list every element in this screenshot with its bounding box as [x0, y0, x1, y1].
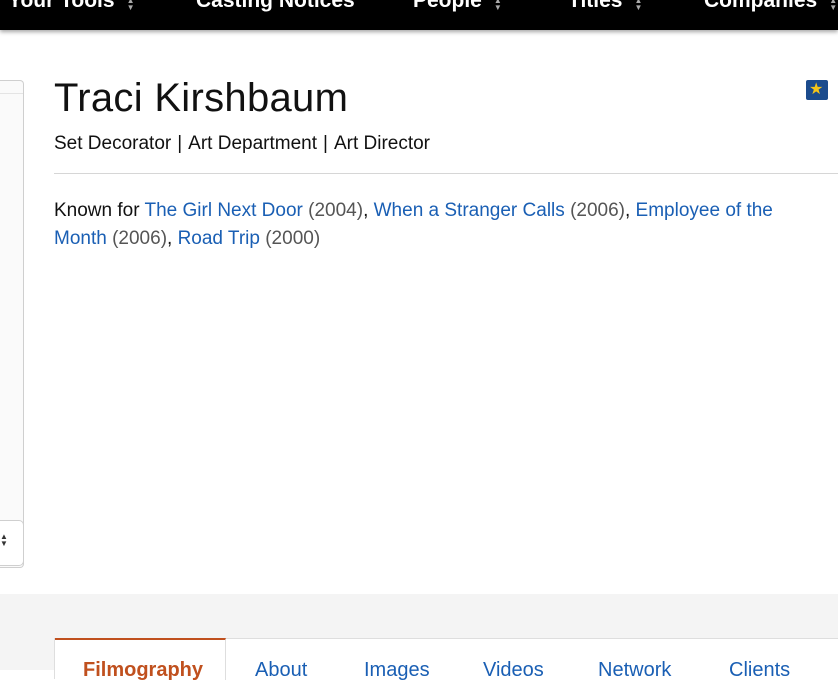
known-for-year: (2004)	[308, 200, 364, 221]
top-nav-bar: Your Tools ▲ ▼ Casting Notices People ▲ ▼ …	[0, 0, 838, 30]
known-for-title-link[interactable]: When a Stranger Calls	[374, 200, 565, 221]
star-icon[interactable]: ★	[806, 80, 828, 100]
known-for-year: (2000)	[265, 228, 321, 249]
profile-tab-bar: Filmography About Images Videos Network …	[54, 638, 838, 682]
left-panel-header	[0, 81, 23, 94]
nav-label: Your Tools	[8, 0, 115, 12]
nav-label: People	[413, 0, 482, 12]
role-separator: |	[177, 133, 183, 154]
nav-companies[interactable]: Companies ▲ ▼	[704, 0, 837, 19]
tab-about[interactable]: About	[255, 659, 307, 682]
left-dropdown-select[interactable]: ▲ ▼	[0, 520, 24, 566]
header-divider	[54, 173, 838, 174]
sort-caret-icon: ▲ ▼	[829, 0, 838, 12]
known-for-section: Known for The Girl Next Door (2004), Whe…	[54, 200, 773, 249]
tab-filmography[interactable]: Filmography	[83, 659, 203, 682]
sort-caret-icon: ▲ ▼	[126, 0, 135, 12]
sort-caret-icon: ▲ ▼	[634, 0, 643, 12]
role-item: Set Decorator	[54, 133, 172, 154]
left-side-panel	[0, 80, 24, 568]
known-for-title-link[interactable]: The Girl Next Door	[144, 200, 302, 221]
tab-clients[interactable]: Clients	[729, 659, 790, 682]
nav-people[interactable]: People ▲ ▼	[413, 0, 502, 19]
person-roles: Set Decorator | Art Department | Art Directo…	[54, 133, 430, 155]
role-separator: |	[323, 133, 328, 154]
nav-label: Casting Notices	[196, 0, 355, 12]
known-for-year: (2006)	[570, 200, 625, 221]
tab-network[interactable]: Network	[598, 659, 671, 682]
nav-titles[interactable]: Titles ▲ ▼	[568, 0, 642, 19]
known-for-year: (2006)	[112, 228, 168, 249]
nav-label: Companies	[704, 0, 818, 12]
nav-your-tools[interactable]: Your Tools ▲ ▼	[8, 0, 134, 19]
person-name: Traci Kirshbaum	[54, 76, 349, 120]
sort-caret-icon: ▲ ▼	[0, 532, 8, 548]
known-for-title-link[interactable]: Road Trip	[178, 228, 260, 249]
tab-images[interactable]: Images	[364, 659, 430, 682]
role-item: Art Department	[188, 133, 317, 154]
sort-caret-icon: ▲ ▼	[493, 0, 502, 12]
tab-videos[interactable]: Videos	[483, 659, 544, 682]
role-item: Art Director	[333, 133, 431, 154]
nav-casting-notices[interactable]: Casting Notices	[196, 0, 355, 19]
known-for-prefix: Known for	[54, 200, 140, 221]
nav-label: Titles	[568, 0, 623, 12]
